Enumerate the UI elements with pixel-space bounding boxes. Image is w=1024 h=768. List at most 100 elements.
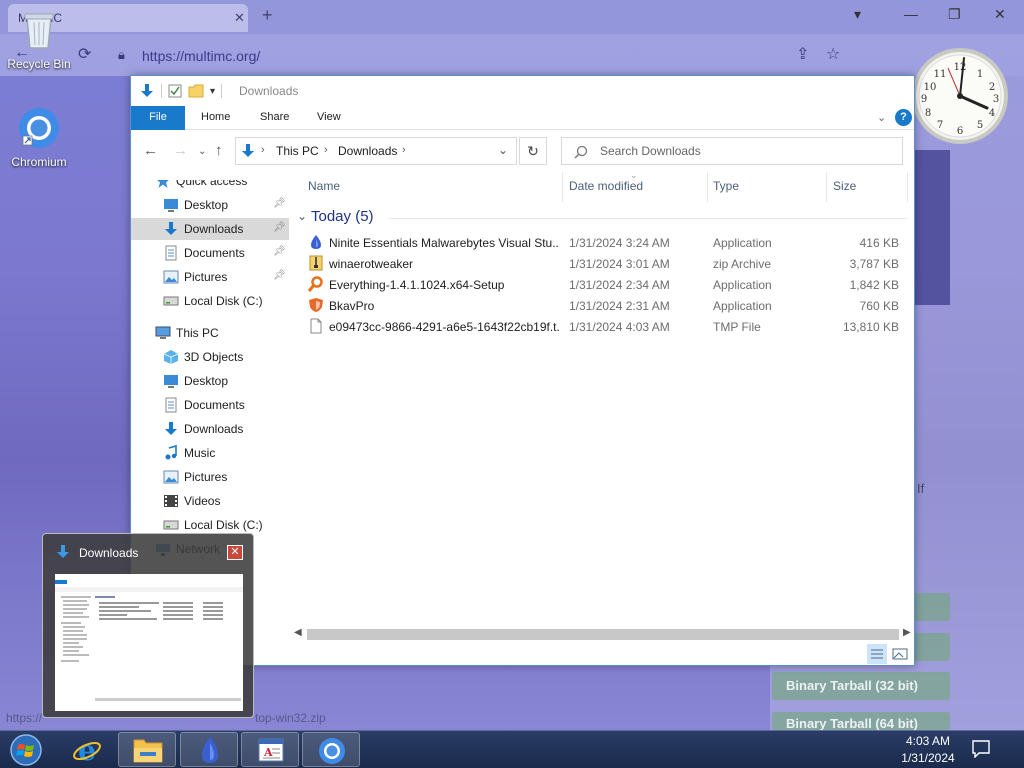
new-tab-icon[interactable]: + (262, 5, 273, 26)
details-view-button[interactable] (867, 644, 887, 664)
nav-item-documents[interactable]: Documents 📌︎ (131, 242, 289, 264)
column-header-type[interactable]: Type (713, 179, 739, 193)
scrollbar-thumb[interactable] (307, 629, 899, 640)
minimize-icon[interactable]: — (904, 6, 918, 22)
tray-clock-date[interactable]: 1/31/2024 (880, 751, 976, 765)
pin-icon[interactable]: 📌︎ (273, 198, 286, 209)
nav-item-label: Local Disk (C:) (184, 294, 263, 308)
file-row[interactable]: winaerotweaker 1/31/2024 3:01 AM zip Archi… (291, 253, 911, 274)
file-row[interactable]: BkavPro 1/31/2024 2:31 AM Application 760 K… (291, 295, 911, 316)
column-separator[interactable] (562, 172, 563, 202)
lock-icon[interactable]: 🔒︎ (118, 47, 125, 63)
thumbnail-close-button[interactable]: ✕ (227, 545, 243, 560)
file-name: BkavPro (329, 299, 375, 313)
scroll-right-icon[interactable]: ▶ (903, 627, 911, 638)
close-icon[interactable]: ✕ (994, 6, 1006, 23)
file-row[interactable]: Ninite Essentials Malwarebytes Visual St… (291, 232, 911, 253)
tab-file[interactable]: File (131, 106, 185, 130)
horizontal-scrollbar[interactable]: ◀ ▶ (291, 627, 914, 642)
properties-icon[interactable] (168, 84, 182, 98)
bookmark-star-icon[interactable]: ☆ (826, 44, 840, 64)
binary-tarball-64-button[interactable]: Binary Tarball (64 bit) (772, 712, 950, 731)
nav-item-downloads[interactable]: Downloads (131, 418, 289, 440)
back-arrow-icon[interactable]: ← (143, 142, 158, 159)
ninite-icon (311, 235, 321, 249)
file-type: Application (713, 236, 772, 250)
address-bar[interactable]: › This PC › Downloads › ⌄ (235, 137, 517, 165)
start-button[interactable] (0, 732, 54, 767)
svg-text:5: 5 (977, 120, 983, 131)
nav-item-documents[interactable]: Documents (131, 394, 289, 416)
tray-clock-time[interactable]: 4:03 AM (880, 734, 976, 748)
nav-item-quick-access[interactable]: Quick access (131, 180, 289, 192)
notifications-icon[interactable] (972, 740, 990, 758)
refresh-button[interactable]: ↻ (519, 137, 547, 165)
column-separator[interactable] (826, 172, 827, 202)
breadcrumb-chevron-icon[interactable]: › (324, 144, 328, 156)
breadcrumb-chevron-icon[interactable]: › (402, 144, 406, 156)
file-list-pane: ⌄ Name Date modified Type Size ⌄ Today (… (291, 170, 914, 632)
expand-ribbon-icon[interactable]: ⌄ (877, 111, 886, 124)
help-button[interactable]: ? (895, 109, 912, 126)
taskbar-thumbnail-preview[interactable]: Downloads ✕ (42, 533, 254, 718)
search-input[interactable] (600, 144, 890, 158)
tab-home[interactable]: Home (201, 106, 230, 130)
nav-item-this-pc[interactable]: This PC (131, 322, 289, 344)
column-header-date-modified[interactable]: Date modified (569, 179, 643, 193)
reload-icon[interactable]: ⟳ (78, 44, 91, 64)
up-arrow-icon[interactable]: ↑ (215, 142, 223, 159)
svg-text:1: 1 (977, 69, 983, 80)
taskbar-file-explorer[interactable] (118, 732, 176, 767)
file-row[interactable]: e09473cc-9866-4291-a6e5-1643f22cb19f.t..… (291, 316, 911, 337)
new-folder-icon[interactable] (188, 84, 204, 98)
column-separator[interactable] (707, 172, 708, 202)
nav-item-videos[interactable]: Videos (131, 490, 289, 512)
nav-item-pictures[interactable]: Pictures 📌︎ (131, 266, 289, 288)
taskbar-ninite[interactable] (180, 732, 238, 767)
clock-gadget[interactable]: 123 456 789 101112 (908, 38, 1008, 154)
collapse-group-icon[interactable]: ⌄ (297, 209, 307, 223)
svg-text:A: A (263, 746, 273, 759)
desktop-icon-recycle-bin[interactable]: Recycle Bin (3, 8, 75, 71)
desktop-icon-chromium[interactable]: Chromium (3, 106, 75, 169)
nav-item-3d-objects[interactable]: 3D Objects (131, 346, 289, 368)
taskbar-internet-explorer[interactable]: e (58, 732, 116, 767)
column-header-name[interactable]: Name (308, 179, 340, 193)
tab-search-icon[interactable]: ▾ (854, 6, 861, 23)
tab-share[interactable]: Share (260, 106, 289, 130)
recent-locations-icon[interactable]: ⌄ (198, 146, 206, 157)
pin-icon[interactable]: 📌︎ (273, 246, 286, 257)
taskbar-chromium[interactable] (302, 732, 360, 767)
tab-close-icon[interactable]: ✕ (234, 10, 245, 26)
address-history-icon[interactable]: ⌄ (498, 143, 508, 157)
group-header-today[interactable]: ⌄ Today (5) (297, 208, 907, 228)
pin-icon[interactable]: 📌︎ (273, 222, 286, 233)
nav-item-desktop[interactable]: Desktop (131, 370, 289, 392)
binary-tarball-32-label: Binary Tarball (32 bit) (786, 678, 918, 693)
forward-arrow-icon[interactable]: → (173, 142, 188, 159)
maximize-icon[interactable]: ❐ (948, 6, 961, 23)
large-icons-view-button[interactable] (890, 644, 910, 664)
tab-home-label: Home (201, 111, 231, 123)
address-bar-url[interactable]: https://multimc.org/ (142, 48, 260, 64)
column-separator[interactable] (907, 172, 908, 202)
nav-item-music[interactable]: Music (131, 442, 289, 464)
taskbar-wordpad[interactable]: A (241, 732, 299, 767)
breadcrumb-downloads[interactable]: Downloads (338, 144, 397, 158)
ninite-icon (202, 737, 218, 763)
column-header-size[interactable]: Size (833, 179, 856, 193)
breadcrumb-this-pc[interactable]: This PC (276, 144, 319, 158)
tab-view[interactable]: View (317, 106, 341, 130)
nav-item-downloads[interactable]: Downloads 📌︎ (131, 218, 289, 240)
nav-item-local-disk-c[interactable]: Local Disk (C:) (131, 290, 289, 312)
file-row[interactable]: Everything-1.4.1.1024.x64-Setup 1/31/2024… (291, 274, 911, 295)
breadcrumb-chevron-icon[interactable]: › (261, 144, 265, 156)
search-box[interactable] (561, 137, 903, 165)
pin-icon[interactable]: 📌︎ (273, 270, 286, 281)
share-icon[interactable]: ⇪ (796, 44, 809, 64)
qat-dropdown-icon[interactable]: ▾ (210, 86, 215, 97)
scroll-left-icon[interactable]: ◀ (294, 627, 302, 638)
binary-tarball-32-button[interactable]: Binary Tarball (32 bit) (772, 672, 950, 700)
nav-item-pictures[interactable]: Pictures (131, 466, 289, 488)
nav-item-desktop[interactable]: Desktop 📌︎ (131, 194, 289, 216)
